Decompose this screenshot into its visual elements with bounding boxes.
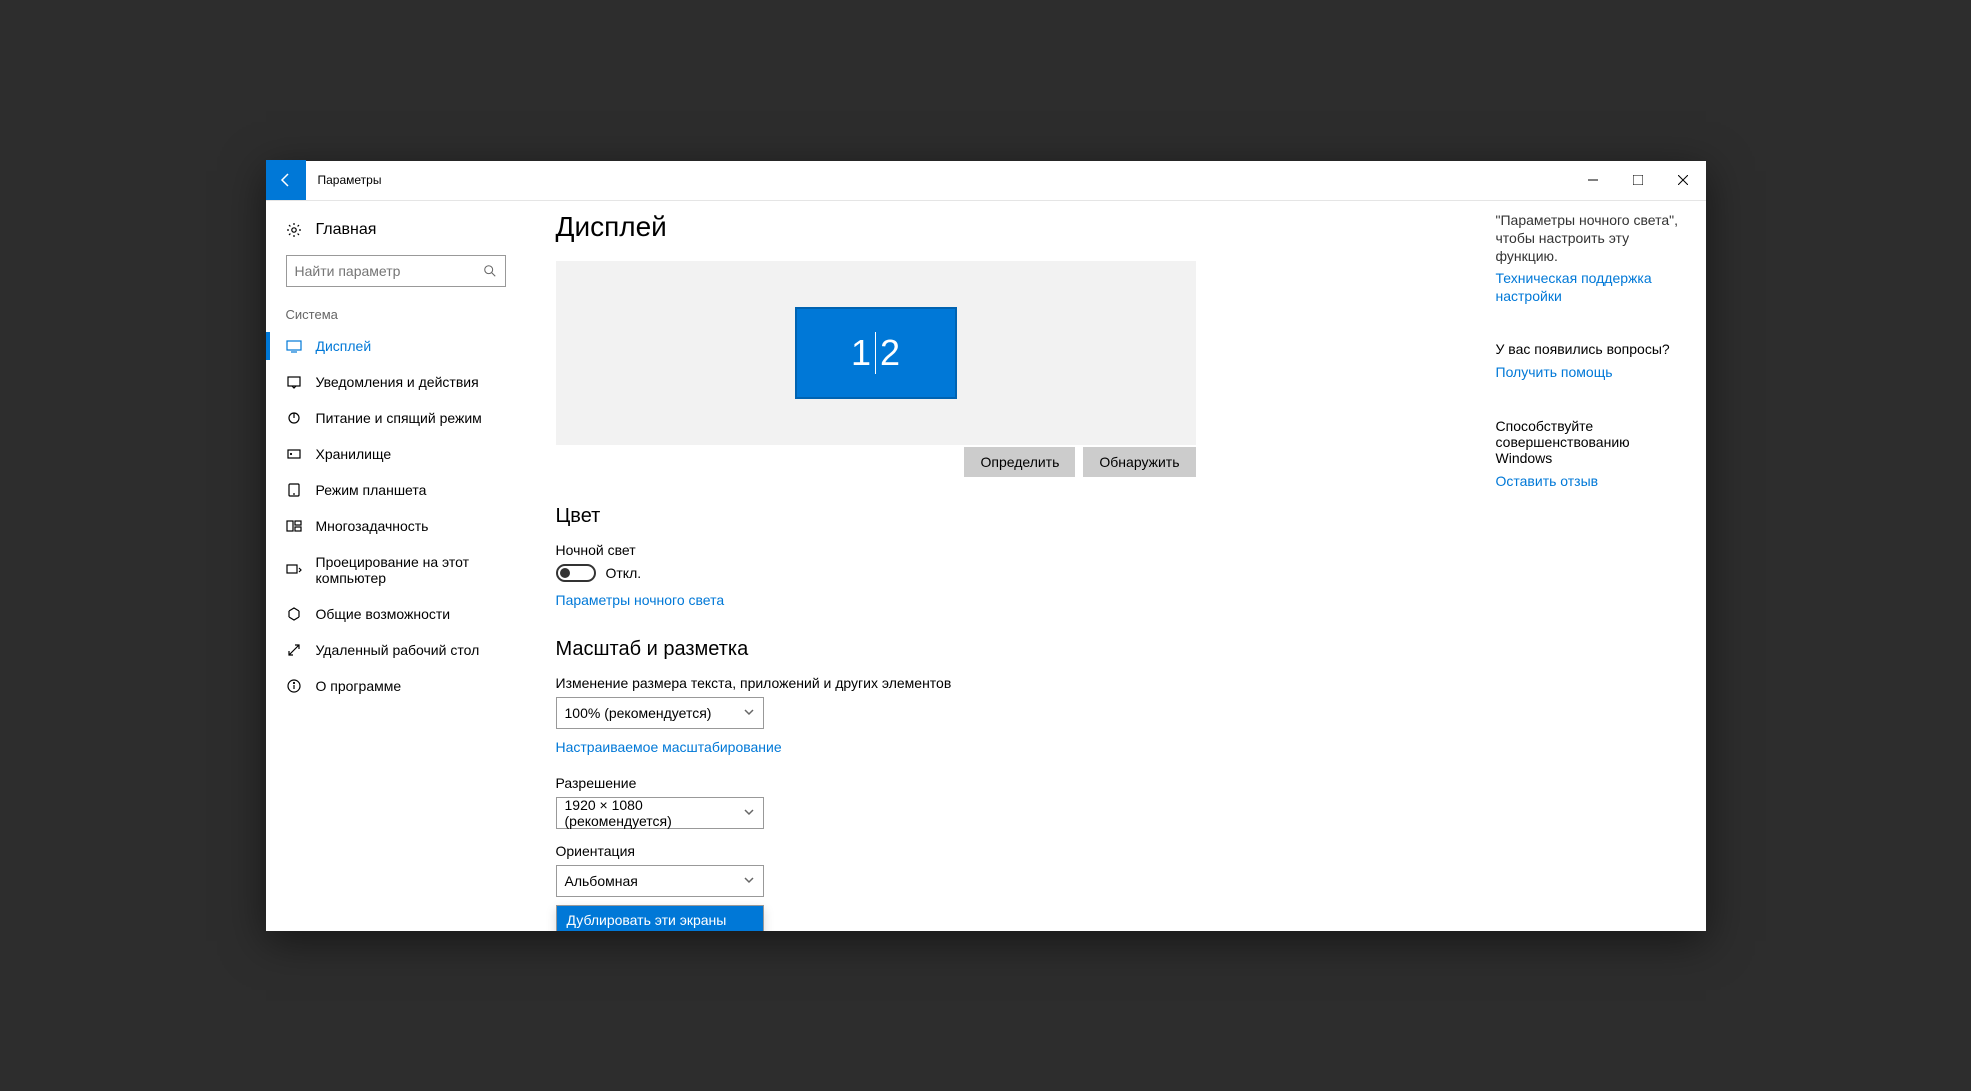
sidebar: Главная Система Дисплей Уведомления и де… (266, 201, 526, 931)
tip-text: "Параметры ночного света", чтобы настрои… (1496, 211, 1686, 266)
search-input[interactable] (286, 255, 506, 287)
sidebar-item-notifications[interactable]: Уведомления и действия (266, 364, 526, 400)
settings-window: Параметры Главная Система Дисплей (266, 161, 1706, 931)
minimize-button[interactable] (1571, 160, 1616, 200)
sidebar-item-remote[interactable]: Удаленный рабочий стол (266, 632, 526, 668)
tablet-icon (286, 482, 302, 498)
sidebar-item-display[interactable]: Дисплей (266, 328, 526, 364)
night-light-toggle[interactable] (556, 564, 596, 582)
scale-dropdown[interactable]: 100% (рекомендуется) (556, 697, 764, 729)
tip-link[interactable]: Техническая поддержка настройки (1496, 269, 1686, 305)
orientation-label: Ориентация (556, 843, 1466, 859)
monitor-icon (286, 338, 302, 354)
window-controls (1571, 160, 1706, 200)
main-content: Дисплей 12 Определить Обнаружить Цвет Но… (526, 201, 1496, 931)
remote-icon (286, 642, 302, 658)
scale-value: 100% (рекомендуется) (565, 705, 712, 721)
sidebar-item-tablet[interactable]: Режим планшета (266, 472, 526, 508)
sidebar-item-label: Уведомления и действия (316, 374, 479, 390)
night-light-toggle-row: Откл. (556, 564, 1466, 582)
sidebar-item-label: Проецирование на этот компьютер (316, 554, 506, 586)
display-buttons-row: Определить Обнаружить (556, 447, 1196, 477)
sidebar-item-label: Общие возможности (316, 606, 451, 622)
titlebar: Параметры (266, 161, 1706, 201)
sidebar-item-storage[interactable]: Хранилище (266, 436, 526, 472)
sidebar-item-label: Режим планшета (316, 482, 427, 498)
chevron-down-icon (743, 705, 755, 721)
gear-icon (286, 222, 302, 238)
identify-button[interactable]: Определить (964, 447, 1075, 477)
power-icon (286, 410, 302, 426)
sidebar-item-projecting[interactable]: Проецирование на этот компьютер (266, 544, 526, 596)
feedback-heading: Способствуйте совершенствованию Windows (1496, 418, 1686, 466)
sidebar-item-label: Питание и спящий режим (316, 410, 482, 426)
page-title: Дисплей (556, 211, 1466, 243)
get-help-link[interactable]: Получить помощь (1496, 363, 1686, 381)
monitor-tile[interactable]: 12 (795, 307, 957, 399)
notification-icon (286, 374, 302, 390)
resolution-value: 1920 × 1080 (рекомендуется) (565, 797, 743, 829)
sidebar-section-label: Система (266, 307, 526, 328)
questions-heading: У вас появились вопросы? (1496, 341, 1686, 357)
orientation-dropdown[interactable]: Альбомная (556, 865, 764, 897)
info-icon (286, 678, 302, 694)
orientation-value: Альбомная (565, 873, 638, 889)
dropdown-option-duplicate[interactable]: Дублировать эти экраны (557, 906, 763, 931)
sidebar-home[interactable]: Главная (266, 211, 526, 249)
project-icon (286, 562, 302, 578)
maximize-button[interactable] (1616, 160, 1661, 200)
sidebar-item-shared[interactable]: Общие возможности (266, 596, 526, 632)
sidebar-item-label: О программе (316, 678, 402, 694)
detect-button[interactable]: Обнаружить (1083, 447, 1195, 477)
sidebar-item-label: Многозадачность (316, 518, 429, 534)
chevron-down-icon (743, 805, 755, 821)
search-icon (483, 264, 497, 278)
window-title: Параметры (318, 173, 382, 187)
sidebar-item-label: Дисплей (316, 338, 372, 354)
resolution-dropdown[interactable]: 1920 × 1080 (рекомендуется) (556, 797, 764, 829)
night-light-state: Откл. (606, 565, 642, 581)
multitask-icon (286, 518, 302, 534)
sidebar-home-label: Главная (316, 221, 377, 239)
display-arrangement[interactable]: 12 (556, 261, 1196, 445)
sidebar-item-label: Хранилище (316, 446, 392, 462)
close-button[interactable] (1661, 160, 1706, 200)
storage-icon (286, 446, 302, 462)
resolution-label: Разрешение (556, 775, 1466, 791)
multiple-displays-dropdown-open: Дублировать эти экраны Расширить эти экр… (556, 905, 764, 931)
night-light-settings-link[interactable]: Параметры ночного света (556, 592, 725, 608)
right-panel: "Параметры ночного света", чтобы настрои… (1496, 201, 1706, 931)
search-field[interactable] (295, 263, 483, 279)
section-color: Цвет (556, 505, 1466, 528)
back-button[interactable] (266, 160, 306, 200)
section-scale: Масштаб и разметка (556, 638, 1466, 661)
sidebar-item-multitasking[interactable]: Многозадачность (266, 508, 526, 544)
sidebar-item-about[interactable]: О программе (266, 668, 526, 704)
shared-icon (286, 606, 302, 622)
night-light-label: Ночной свет (556, 542, 1466, 558)
sidebar-item-label: Удаленный рабочий стол (316, 642, 480, 658)
scale-label: Изменение размера текста, приложений и д… (556, 675, 1466, 691)
feedback-link[interactable]: Оставить отзыв (1496, 472, 1686, 490)
custom-scaling-link[interactable]: Настраиваемое масштабирование (556, 739, 782, 755)
sidebar-item-power[interactable]: Питание и спящий режим (266, 400, 526, 436)
chevron-down-icon (743, 873, 755, 889)
